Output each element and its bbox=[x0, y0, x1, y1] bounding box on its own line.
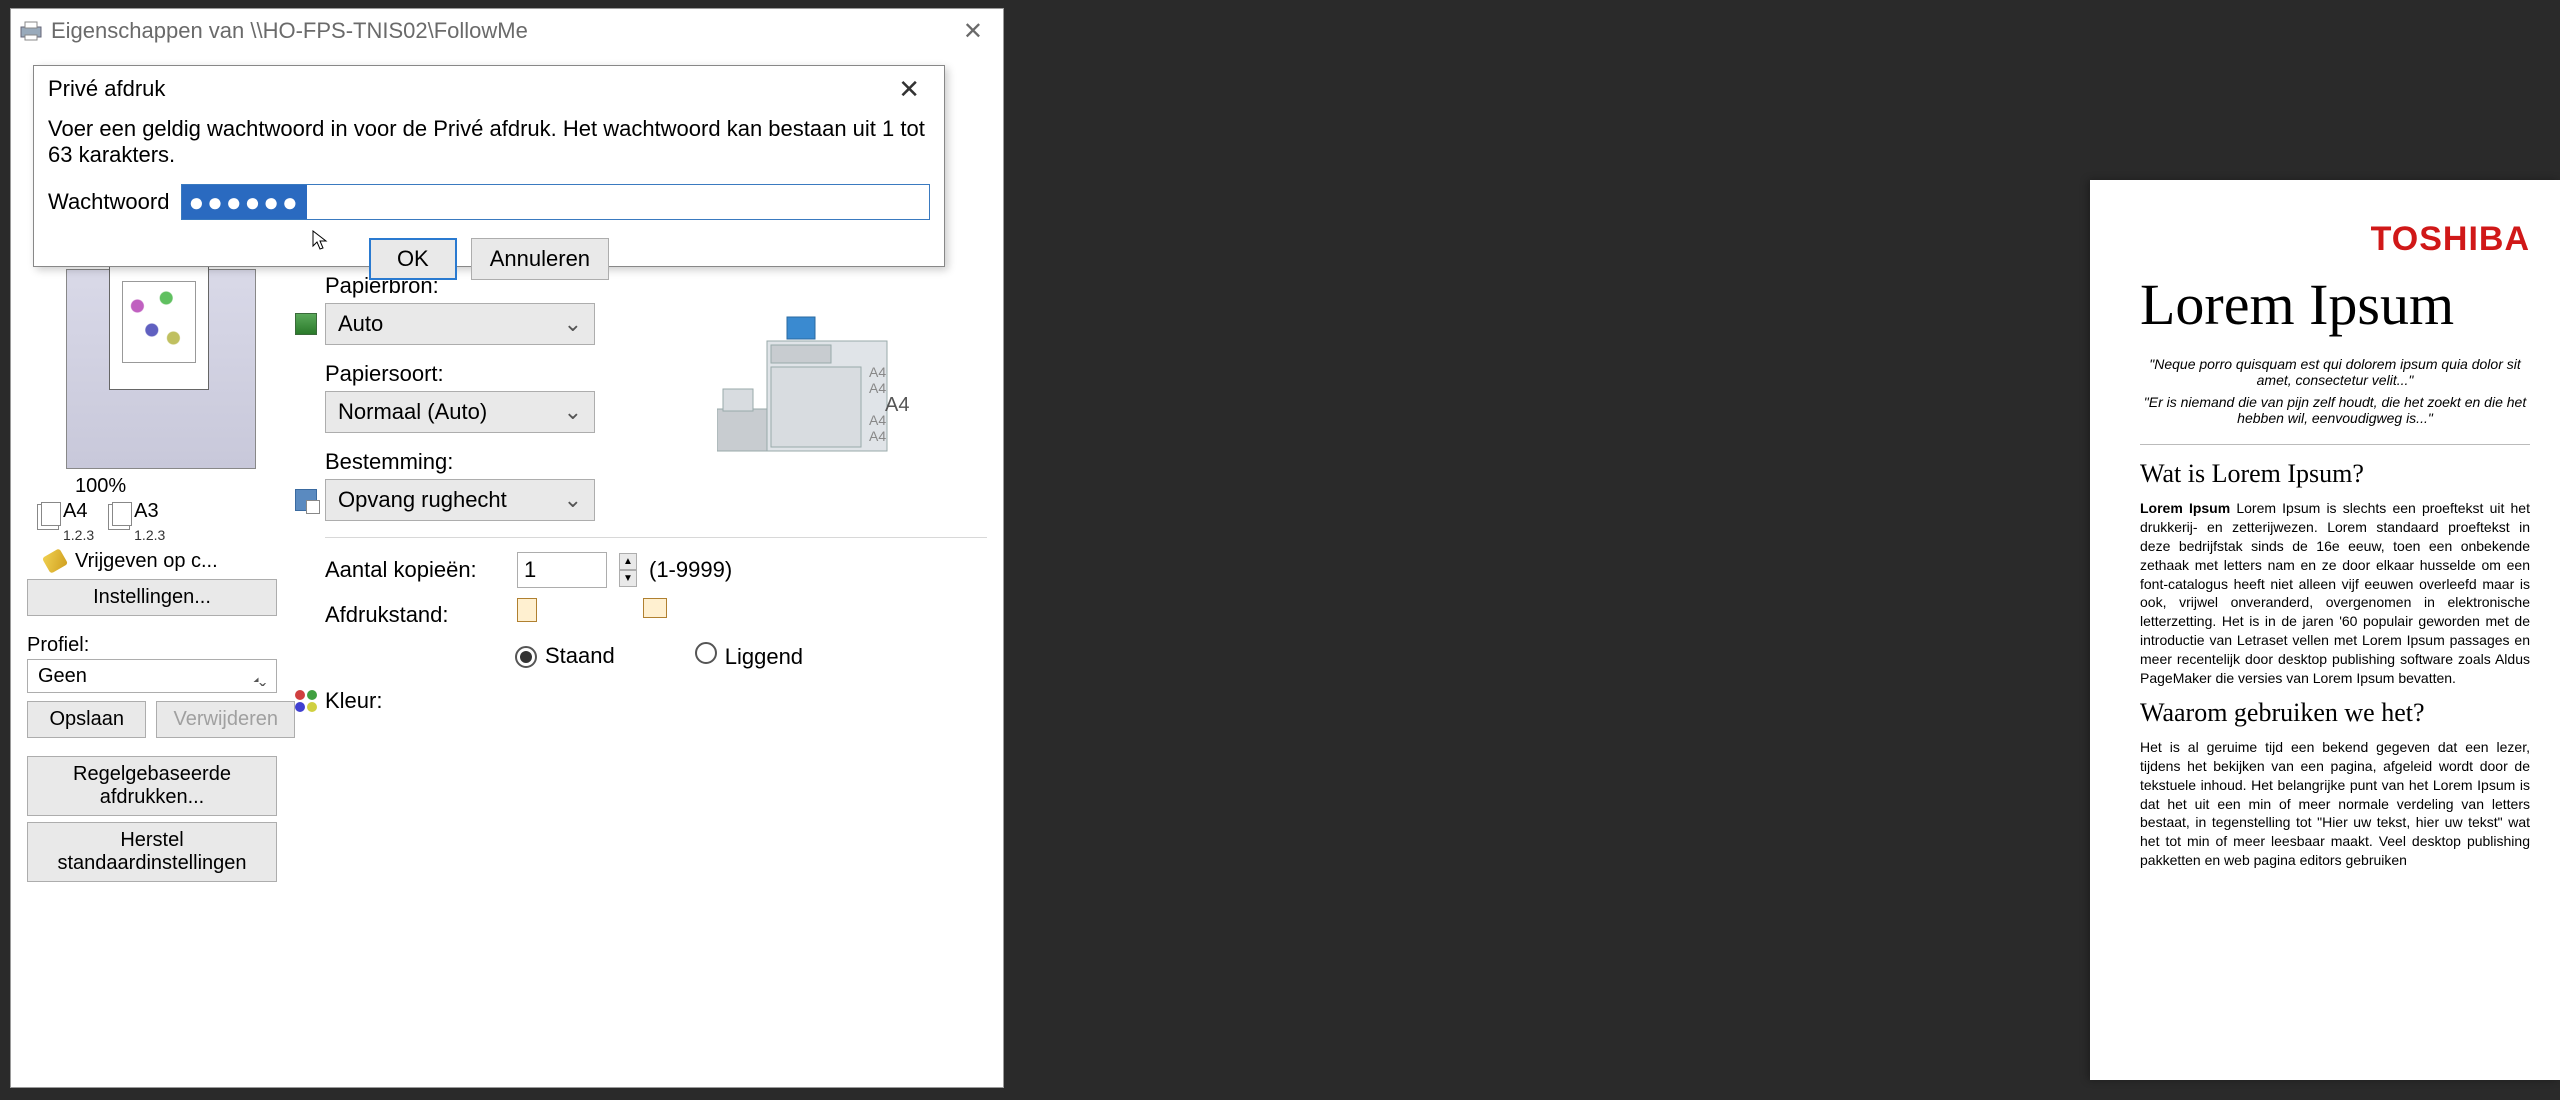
window-title: Eigenschappen van \\HO-FPS-TNIS02\Follow… bbox=[51, 18, 528, 44]
doc-paragraph-1: Lorem Ipsum Lorem Ipsum is slechts een p… bbox=[2140, 499, 2530, 688]
chevron-down-icon: ⌄ bbox=[564, 487, 582, 513]
landscape-icon bbox=[643, 598, 667, 618]
settings-button[interactable]: Instellingen... bbox=[27, 579, 277, 616]
svg-text:A4: A4 bbox=[869, 380, 886, 396]
delete-profile-button[interactable]: Verwijderen bbox=[156, 701, 295, 738]
properties-titlebar[interactable]: Eigenschappen van \\HO-FPS-TNIS02\Follow… bbox=[11, 9, 1003, 53]
cancel-button[interactable]: Annuleren bbox=[471, 238, 609, 280]
cursor-icon bbox=[312, 230, 330, 252]
copies-input[interactable] bbox=[517, 552, 607, 588]
chevron-down-icon: ⌄ bbox=[564, 311, 582, 337]
dialog-message: Voer een geldig wachtwoord in voor de Pr… bbox=[48, 116, 930, 168]
destination-label: Bestemming: bbox=[325, 449, 987, 475]
doc-subheading-2: Waarom gebruiken we het? bbox=[2140, 698, 2530, 728]
profile-value: Geen bbox=[38, 665, 87, 688]
doc-heading: Lorem Ipsum bbox=[2140, 271, 2530, 338]
document-preview: TOSHIBA Lorem Ipsum "Neque porro quisqua… bbox=[2090, 180, 2560, 1080]
printer-icon bbox=[19, 21, 43, 41]
color-mode-icon bbox=[295, 690, 319, 714]
properties-window: Eigenschappen van \\HO-FPS-TNIS02\Follow… bbox=[10, 8, 1004, 1088]
left-panel: 100% A41.2.3 A31.2.3 Vrijgeven op c... I… bbox=[27, 269, 295, 1087]
profile-dropdown[interactable]: Geen 𝅍ˬ bbox=[27, 659, 277, 693]
copies-label: Aantal kopieën: bbox=[325, 557, 505, 583]
restore-defaults-button[interactable]: Herstel standaardinstellingen bbox=[27, 822, 277, 882]
brand-logo: TOSHIBA bbox=[2140, 220, 2530, 259]
paper-size-1: A41.2.3 bbox=[63, 500, 94, 546]
ok-button[interactable]: OK bbox=[369, 238, 457, 280]
destination-dropdown[interactable]: Opvang rughecht⌄ bbox=[325, 479, 595, 521]
copies-range: (1-9999) bbox=[649, 557, 732, 583]
paper-size-2: A31.2.3 bbox=[134, 500, 165, 546]
window-close-button[interactable]: ✕ bbox=[951, 13, 995, 50]
copies-spin-down[interactable]: ▼ bbox=[619, 570, 637, 587]
doc-quote-1: "Neque porro quisquam est qui dolorem ip… bbox=[2140, 356, 2530, 388]
doc-subheading-1: Wat is Lorem Ipsum? bbox=[2140, 459, 2530, 489]
password-label: Wachtwoord bbox=[48, 189, 169, 215]
destination-icon bbox=[295, 489, 317, 511]
save-profile-button[interactable]: Opslaan bbox=[27, 701, 146, 738]
doc-quote-2: "Er is niemand die van pijn zelf houdt, … bbox=[2140, 394, 2530, 426]
zoom-level: 100% bbox=[27, 475, 295, 498]
svg-text:A4: A4 bbox=[885, 394, 909, 416]
chevron-down-icon: 𝅍ˬ bbox=[253, 665, 266, 688]
svg-text:A4: A4 bbox=[869, 428, 886, 444]
color-label: Kleur: bbox=[325, 688, 505, 714]
copies-spin-up[interactable]: ▲ bbox=[619, 553, 637, 570]
svg-text:A4: A4 bbox=[869, 412, 886, 428]
dialog-close-button[interactable]: ✕ bbox=[888, 72, 930, 107]
tray-icon bbox=[295, 313, 317, 335]
release-mode-label: Vrijgeven op c... bbox=[27, 550, 295, 573]
page-preview-thumbnail bbox=[66, 269, 256, 469]
doc-paragraph-2: Het is al geruime tijd een bekend gegeve… bbox=[2140, 738, 2530, 870]
paper-source-dropdown[interactable]: Auto⌄ bbox=[325, 303, 595, 345]
dialog-title: Privé afdruk bbox=[48, 76, 165, 102]
chevron-down-icon: ⌄ bbox=[564, 399, 582, 425]
private-print-dialog: Privé afdruk ✕ Voer een geldig wachtwoor… bbox=[33, 65, 945, 267]
orientation-label: Afdrukstand: bbox=[325, 602, 505, 628]
rule-based-print-button[interactable]: Regelgebaseerde afdrukken... bbox=[27, 756, 277, 816]
paper-type-dropdown[interactable]: Normaal (Auto)⌄ bbox=[325, 391, 595, 433]
portrait-icon bbox=[517, 598, 537, 622]
password-input[interactable]: ●●●●●● bbox=[181, 184, 930, 220]
right-panel: A4 A4 A4 A4 A4 Papierbron: Auto⌄ Papiers… bbox=[295, 269, 987, 1087]
svg-text:A4: A4 bbox=[869, 364, 886, 380]
password-mask: ●●●●●● bbox=[182, 185, 306, 219]
profile-label: Profiel: bbox=[27, 634, 295, 657]
